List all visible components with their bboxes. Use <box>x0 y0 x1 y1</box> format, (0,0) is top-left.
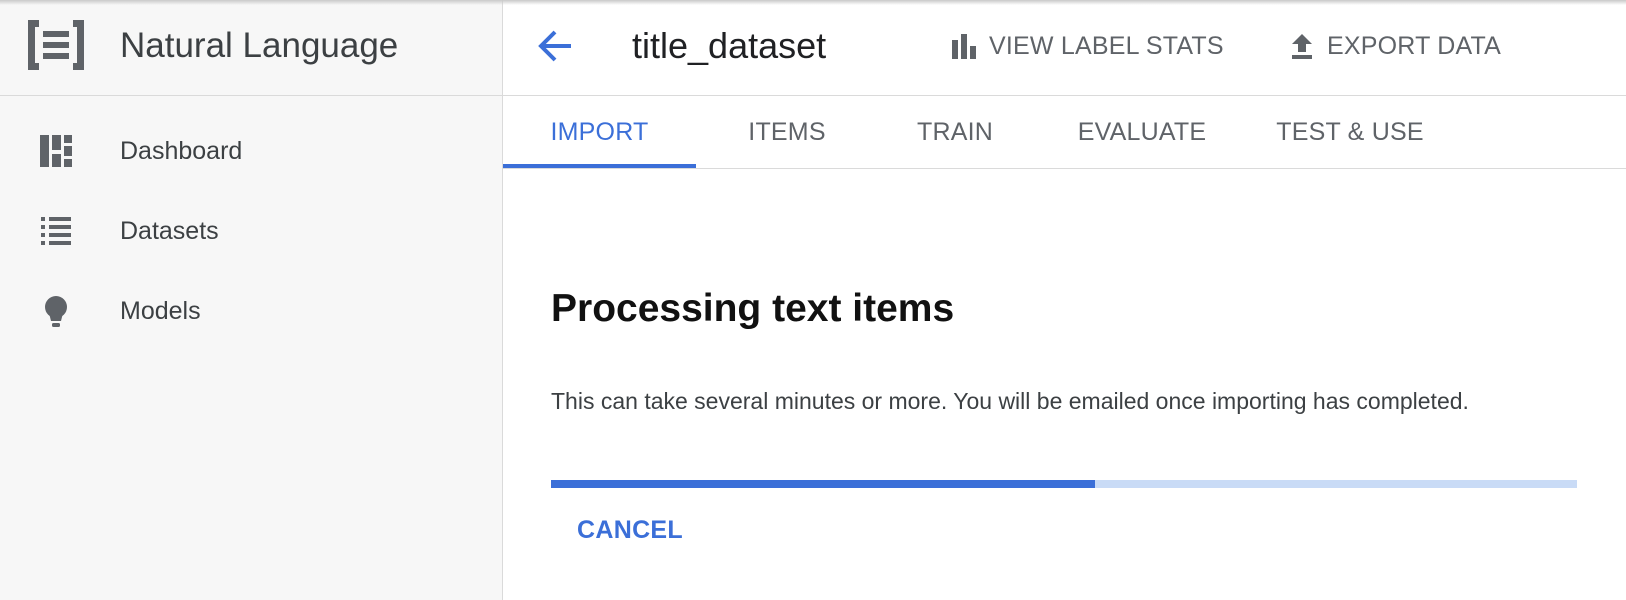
export-data-label: EXPORT DATA <box>1327 32 1502 60</box>
brand-header: Natural Language <box>0 0 502 96</box>
view-label-stats-label: VIEW LABEL STATS <box>989 32 1224 60</box>
view-label-stats-button[interactable]: VIEW LABEL STATS <box>949 28 1224 64</box>
natural-language-logo-icon <box>28 20 84 70</box>
arrow-back-icon[interactable] <box>533 24 577 68</box>
lightbulb-icon <box>45 296 67 327</box>
sidebar-item-label: Datasets <box>120 217 219 245</box>
processing-title: Processing text items <box>551 287 955 330</box>
sidebar-item-models[interactable]: Models <box>0 281 502 341</box>
tab-import[interactable]: IMPORT <box>503 96 696 169</box>
tab-train[interactable]: TRAIN <box>889 96 1021 169</box>
dataset-title: title_dataset <box>632 25 827 66</box>
sidebar-item-dashboard[interactable]: Dashboard <box>0 121 502 181</box>
sidebar-item-label: Models <box>120 297 201 325</box>
tab-bar: IMPORT ITEMS TRAIN EVALUATE TEST & USE <box>503 96 1626 169</box>
progress-fill <box>551 480 1095 488</box>
sidebar: Natural Language Dashboard Datasets Mode… <box>0 0 503 600</box>
list-icon <box>41 217 71 245</box>
processing-description: This can take several minutes or more. Y… <box>551 388 1469 414</box>
sidebar-item-datasets[interactable]: Datasets <box>0 201 502 261</box>
tab-items[interactable]: ITEMS <box>721 96 853 169</box>
upload-icon <box>1292 34 1312 59</box>
dashboard-icon <box>40 135 72 167</box>
export-data-button[interactable]: EXPORT DATA <box>1287 28 1501 64</box>
import-progress-bar <box>551 480 1577 488</box>
cancel-button[interactable]: CANCEL <box>563 510 697 550</box>
bar-chart-icon <box>952 34 976 59</box>
tab-test-and-use[interactable]: TEST & USE <box>1265 96 1435 169</box>
tab-evaluate[interactable]: EVALUATE <box>1054 96 1230 169</box>
dataset-header: title_dataset VIEW LABEL STATS EXPORT DA… <box>503 0 1626 96</box>
active-tab-indicator <box>503 164 696 168</box>
app-title: Natural Language <box>120 26 399 65</box>
sidebar-item-label: Dashboard <box>120 137 243 165</box>
top-shadow <box>0 0 1626 5</box>
